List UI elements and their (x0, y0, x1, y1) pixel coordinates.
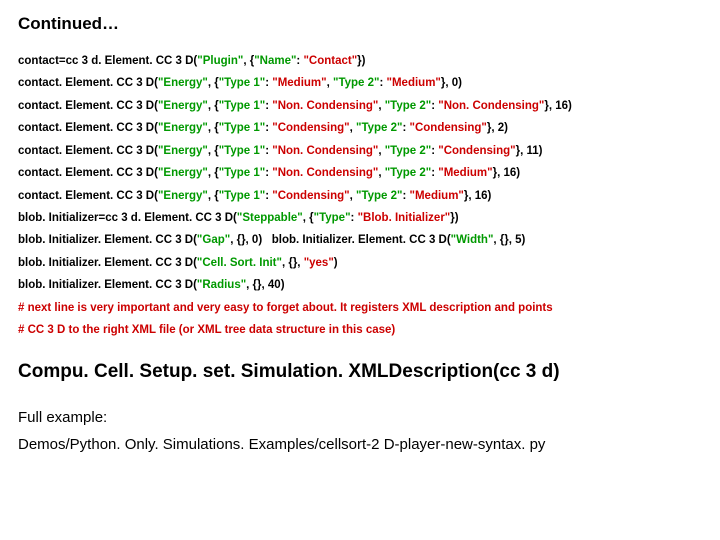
code-line: contact. Element. CC 3 D("Energy", {"Typ… (18, 140, 702, 162)
api-call-line: Compu. Cell. Setup. set. Simulation. XML… (18, 361, 702, 383)
code-block: contact=cc 3 d. Element. CC 3 D("Plugin"… (18, 50, 702, 341)
code-line: blob. Initializer. Element. CC 3 D("Gap"… (18, 229, 702, 251)
code-line: blob. Initializer=cc 3 d. Element. CC 3 … (18, 207, 702, 229)
code-line: blob. Initializer. Element. CC 3 D("Cell… (18, 252, 702, 274)
code-line: contact. Element. CC 3 D("Energy", {"Typ… (18, 95, 702, 117)
code-line: contact=cc 3 d. Element. CC 3 D("Plugin"… (18, 50, 702, 72)
code-line: # CC 3 D to the right XML file (or XML t… (18, 319, 702, 341)
example-label: Full example: (18, 409, 702, 426)
code-line: contact. Element. CC 3 D("Energy", {"Typ… (18, 117, 702, 139)
code-line: contact. Element. CC 3 D("Energy", {"Typ… (18, 72, 702, 94)
code-line: contact. Element. CC 3 D("Energy", {"Typ… (18, 162, 702, 184)
code-line: contact. Element. CC 3 D("Energy", {"Typ… (18, 185, 702, 207)
code-line: # next line is very important and very e… (18, 297, 702, 319)
example-path: Demos/Python. Only. Simulations. Example… (18, 436, 702, 453)
slide-title: Continued… (18, 14, 702, 34)
code-line: blob. Initializer. Element. CC 3 D("Radi… (18, 274, 702, 296)
